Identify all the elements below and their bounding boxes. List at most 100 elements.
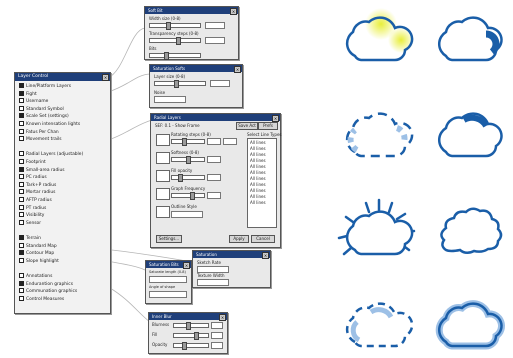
softness-field[interactable] xyxy=(207,156,221,163)
cancel-button[interactable]: Cancel xyxy=(251,235,275,243)
layer-checkbox[interactable] xyxy=(19,273,24,278)
layer-checkbox[interactable] xyxy=(19,280,24,286)
layer-checkbox[interactable] xyxy=(19,98,24,104)
save-act-button[interactable]: Save Act xyxy=(236,122,258,130)
layer-row[interactable]: Scale Set (settings) xyxy=(19,113,69,119)
layer-row[interactable]: AFTP radius xyxy=(19,197,52,203)
layer-checkbox[interactable] xyxy=(19,166,24,172)
layer-row[interactable]: Tark+P radius xyxy=(19,181,56,188)
layer-checkbox[interactable] xyxy=(19,128,24,134)
slider-thumb[interactable] xyxy=(186,322,191,330)
layer-row[interactable]: Slope highlight xyxy=(19,257,59,264)
close-icon[interactable]: × xyxy=(272,115,279,122)
blurness-field[interactable] xyxy=(211,322,223,329)
layer-checkbox[interactable] xyxy=(19,113,24,119)
layer-checkbox[interactable] xyxy=(19,219,24,225)
layer-row[interactable]: Username xyxy=(19,98,48,104)
layer-row[interactable]: Annotations xyxy=(19,273,52,279)
layer-row[interactable]: Mortar radius xyxy=(19,189,55,195)
list-item[interactable]: All lines xyxy=(250,188,266,193)
list-item[interactable]: All lines xyxy=(250,140,266,145)
width-size-slider[interactable] xyxy=(149,22,201,30)
layer-checkbox[interactable] xyxy=(19,204,24,210)
layer-row[interactable]: Terrain xyxy=(19,235,41,241)
transparency-slider[interactable] xyxy=(149,37,201,45)
layer-row[interactable]: Contour Map xyxy=(19,250,54,256)
layer-checkbox[interactable] xyxy=(19,288,24,294)
layer-checkbox[interactable] xyxy=(19,212,24,218)
layer-checkbox[interactable] xyxy=(19,174,24,180)
layer-checkbox[interactable] xyxy=(19,257,24,263)
sketch-rate-field[interactable] xyxy=(197,266,229,273)
layer-row[interactable]: Control Measures xyxy=(19,295,64,302)
opacity-field[interactable] xyxy=(211,342,223,349)
layer-row[interactable]: Standard Symbol xyxy=(19,105,64,112)
layer-checkbox[interactable] xyxy=(19,159,24,164)
slider-thumb[interactable] xyxy=(164,52,169,60)
layer-checkbox[interactable] xyxy=(19,136,24,142)
layer-row[interactable]: Known intensation lights xyxy=(19,121,80,127)
rotating-steps-field[interactable] xyxy=(207,138,221,145)
layer-checkbox[interactable] xyxy=(19,121,24,126)
slider-thumb[interactable] xyxy=(190,192,195,200)
list-item[interactable]: All lines xyxy=(250,152,266,157)
list-item[interactable]: All lines xyxy=(250,200,266,205)
graph-frequency-slider[interactable] xyxy=(171,192,205,200)
bits-slider[interactable] xyxy=(149,52,201,60)
opacity-slider[interactable] xyxy=(173,342,209,350)
close-icon[interactable]: × xyxy=(234,66,241,73)
rotating-steps-slider[interactable] xyxy=(171,138,205,146)
close-icon[interactable]: × xyxy=(230,8,237,15)
layer-row[interactable]: PT radius xyxy=(19,204,46,211)
slider-thumb[interactable] xyxy=(166,22,171,30)
layer-row[interactable]: Endurantion graphics xyxy=(19,280,73,287)
noise-field[interactable] xyxy=(154,96,186,103)
list-item[interactable]: All lines xyxy=(250,146,266,151)
layer-checkbox[interactable] xyxy=(19,151,24,157)
layer-row[interactable]: Visibility xyxy=(19,212,44,218)
layer-row[interactable]: Radial Layers (adjustable) xyxy=(19,151,83,157)
slider-thumb[interactable] xyxy=(182,342,187,350)
width-size-field[interactable] xyxy=(205,22,225,29)
layer-checkbox[interactable] xyxy=(19,295,24,301)
close-icon[interactable]: × xyxy=(219,314,226,321)
texture-width-field[interactable] xyxy=(197,279,229,286)
list-item[interactable]: All lines xyxy=(250,194,266,199)
layer-checkbox[interactable] xyxy=(19,250,24,256)
close-icon[interactable]: × xyxy=(102,74,109,81)
layer-row[interactable]: Fight xyxy=(19,90,37,97)
layer-checkbox[interactable] xyxy=(19,181,24,187)
graph-frequency-field[interactable] xyxy=(207,192,221,199)
layer-checkbox[interactable] xyxy=(19,189,24,195)
layer-row[interactable]: Footprint xyxy=(19,159,46,165)
layer-row[interactable]: Line/Platform Layers xyxy=(19,83,71,89)
layer-row[interactable]: Standard Map xyxy=(19,242,57,249)
layer-row[interactable]: Small-area radius xyxy=(19,166,65,173)
layer-size-slider[interactable] xyxy=(154,80,206,88)
fill-opacity-field[interactable] xyxy=(207,174,221,181)
list-item[interactable]: All lines xyxy=(250,158,266,163)
rotating-steps-field-2[interactable] xyxy=(223,138,237,145)
softness-slider[interactable] xyxy=(171,156,205,164)
close-icon[interactable]: × xyxy=(183,262,190,269)
list-item[interactable]: All lines xyxy=(250,182,266,187)
layer-row[interactable]: PC radius xyxy=(19,174,47,180)
apply-button[interactable]: Apply xyxy=(229,235,249,243)
layer-row[interactable]: Sensor xyxy=(19,219,41,226)
layer-row[interactable]: Fatus Per Chan xyxy=(19,128,59,135)
line-types-list[interactable]: All lines All lines All lines All lines … xyxy=(247,138,277,228)
slider-thumb[interactable] xyxy=(194,332,199,340)
angle-field[interactable] xyxy=(149,291,187,298)
slider-thumb[interactable] xyxy=(186,156,191,164)
layer-row[interactable]: Communation graphics xyxy=(19,288,77,294)
saturate-length-field[interactable] xyxy=(149,276,187,283)
layer-checkbox[interactable] xyxy=(19,242,24,248)
close-icon[interactable]: × xyxy=(262,252,269,259)
list-item[interactable]: All lines xyxy=(250,176,266,181)
layer-checkbox[interactable] xyxy=(19,235,24,240)
transparency-field[interactable] xyxy=(205,37,225,44)
slider-thumb[interactable] xyxy=(176,37,181,45)
layer-checkbox[interactable] xyxy=(19,83,24,88)
list-item[interactable]: All lines xyxy=(250,170,266,175)
outline-style-select[interactable] xyxy=(171,211,203,218)
